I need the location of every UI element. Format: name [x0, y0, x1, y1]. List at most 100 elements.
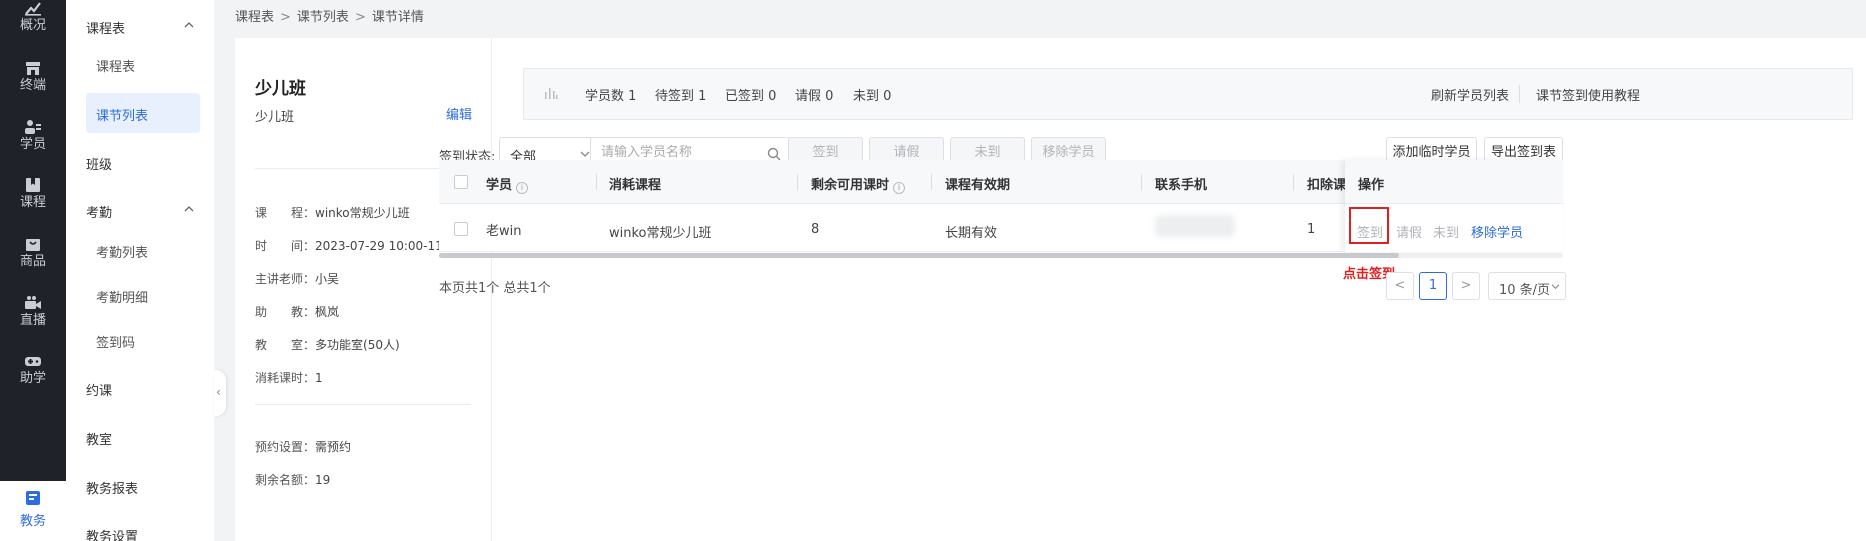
col-student: 学员 i	[486, 174, 529, 194]
book-icon	[26, 178, 40, 192]
rail-label: 学员	[19, 137, 46, 152]
breadcrumb-lesson-list[interactable]: 课节列表	[297, 10, 349, 25]
stat-pending: 待签到 1	[655, 89, 707, 104]
chevron-down-icon	[1551, 284, 1560, 290]
calendar-book-icon	[26, 491, 40, 505]
menu-item-lesson-list[interactable]: 课节列表	[86, 93, 200, 133]
info-value: winko常规少儿班	[315, 206, 410, 220]
info-seats: 剩余名额：19	[255, 471, 330, 488]
rail-item-terminal[interactable]: 终端	[0, 60, 66, 94]
cell-remaining: 8	[811, 222, 820, 237]
col-separator	[1293, 174, 1294, 190]
page-1-button[interactable]: 1	[1419, 272, 1447, 300]
divider	[255, 404, 471, 405]
breadcrumb-separator: >	[280, 10, 291, 25]
col-validity: 课程有效期	[945, 178, 1011, 193]
col-phone: 联系手机	[1155, 178, 1208, 193]
rail-item-overview[interactable]: 概况	[0, 0, 66, 34]
menu-item-report[interactable]: 教务报表	[86, 478, 138, 497]
menu-item-settings[interactable]: 教务设置	[86, 526, 138, 541]
chevron-up-icon[interactable]	[184, 204, 194, 214]
info-booking: 预约设置：需预约	[255, 438, 351, 455]
cell-course: winko常规少儿班	[609, 226, 712, 241]
info-value: 19	[315, 473, 331, 487]
rail-label: 课程	[19, 195, 46, 210]
menu-item-attendance-list[interactable]: 考勤列表	[96, 242, 148, 261]
rail-label: 教务	[19, 514, 46, 529]
edit-link[interactable]: 编辑	[446, 104, 472, 123]
lesson-subtitle: 少儿班	[255, 110, 295, 125]
col-remaining: 剩余可用课时 i	[811, 174, 906, 194]
next-page-button[interactable]: >	[1452, 272, 1480, 300]
select-all-checkbox[interactable]	[454, 175, 468, 189]
rail-item-courses[interactable]: 课程	[0, 177, 66, 211]
row-absent-button[interactable]: 未到	[1433, 222, 1459, 241]
menu-item-signin-code[interactable]: 签到码	[96, 332, 135, 351]
rail-item-students[interactable]: 学员	[0, 119, 66, 153]
col-separator	[797, 174, 798, 190]
info-value: 小吴	[315, 272, 340, 286]
breadcrumb-current: 课节详情	[371, 10, 424, 25]
lesson-title: 少儿班	[255, 79, 306, 99]
menu-item-schedule[interactable]: 课程表	[96, 56, 135, 75]
info-key: 课 程：	[255, 206, 316, 220]
secondary-menu: 课程表 课程表 课节列表 班级 考勤 考勤列表 考勤明细 签到码 约课 教室 教…	[66, 0, 214, 541]
row-remove-student-link[interactable]: 移除学员	[1471, 222, 1523, 241]
breadcrumb-schedule[interactable]: 课程表	[235, 10, 274, 25]
bar-chart-icon	[545, 88, 558, 99]
cell-deduct: 1	[1307, 222, 1316, 237]
signin-highlight-box	[1349, 207, 1389, 244]
info-value: 1	[315, 371, 323, 385]
menu-item-booking[interactable]: 约课	[86, 380, 112, 399]
info-course: 课 程：winko常规少儿班	[255, 204, 410, 221]
info-value: 需预约	[315, 440, 352, 454]
rail-label: 终端	[19, 78, 46, 93]
stat-absent: 未到 0	[853, 89, 892, 104]
info-key: 消耗课时：	[255, 371, 316, 385]
rail-label: 概况	[19, 18, 46, 33]
info-value: 枫岚	[315, 305, 340, 319]
search-input[interactable]	[601, 145, 761, 160]
menu-item-attendance-detail[interactable]: 考勤明细	[96, 287, 148, 306]
rail-item-live[interactable]: 直播	[0, 295, 66, 329]
info-key: 预约设置：	[255, 440, 316, 454]
prev-page-button[interactable]: <	[1386, 272, 1414, 300]
info-key: 主讲老师：	[255, 272, 316, 286]
gamepad-icon	[25, 357, 41, 366]
info-hours: 消耗课时：1	[255, 369, 323, 386]
info-teacher: 主讲老师：小吴	[255, 270, 339, 287]
menu-group-attendance[interactable]: 考勤	[86, 202, 112, 221]
menu-item-class[interactable]: 班级	[86, 154, 112, 173]
info-icon[interactable]: i	[516, 182, 529, 194]
rail-label: 商品	[19, 254, 46, 269]
info-value: 多功能室(50人)	[315, 338, 400, 352]
select-value: 10 条/页	[1499, 283, 1551, 298]
breadcrumb: 课程表 > 课节列表 > 课节详情	[235, 6, 430, 25]
cell-validity: 长期有效	[945, 226, 998, 241]
menu-group-schedule[interactable]: 课程表	[86, 18, 125, 37]
video-icon	[25, 296, 41, 309]
col-separator	[596, 174, 597, 190]
signin-tutorial-link[interactable]: 课节签到使用教程	[1536, 85, 1640, 104]
cell-student: 老win	[486, 224, 522, 239]
search-icon[interactable]	[767, 147, 781, 161]
col-label: 剩余可用课时	[811, 178, 890, 193]
collapse-sidebar-toggle[interactable]: ‹	[214, 370, 226, 416]
rail-item-academic[interactable]: 教务	[0, 481, 66, 541]
chevron-up-icon[interactable]	[184, 20, 194, 30]
info-icon[interactable]: i	[893, 182, 906, 194]
row-leave-button[interactable]: 请假	[1396, 222, 1422, 241]
attendance-stats-bar: 学员数 1 待签到 1 已签到 0 请假 0 未到 0 刷新学员列表 课节签到使…	[523, 68, 1853, 120]
rail-item-study-aid[interactable]: 助学	[0, 353, 66, 387]
page-size-select[interactable]: 10 条/页	[1488, 272, 1566, 300]
table-horizontal-scrollbar[interactable]	[439, 253, 1563, 258]
scrollbar-thumb[interactable]	[439, 253, 1399, 258]
rail-item-products[interactable]: 商品	[0, 236, 66, 270]
refresh-student-list-link[interactable]: 刷新学员列表	[1431, 85, 1509, 104]
students-icon	[25, 120, 41, 134]
menu-item-classroom[interactable]: 教室	[86, 429, 112, 448]
stat-leave: 请假 0	[795, 89, 834, 104]
col-separator	[1141, 174, 1142, 190]
pagination-summary: 本页共1个 总共1个	[439, 281, 551, 296]
row-checkbox[interactable]	[454, 222, 468, 236]
